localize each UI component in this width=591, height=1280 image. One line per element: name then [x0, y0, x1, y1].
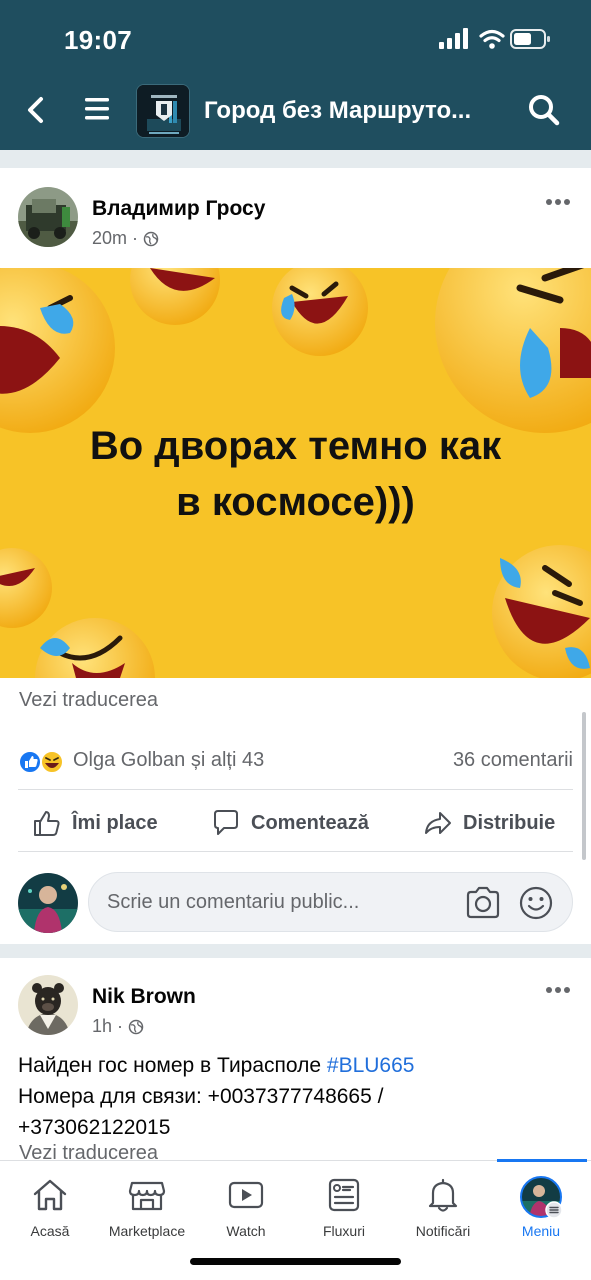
- reactions-text[interactable]: Olga Golban și alți 43: [73, 749, 264, 772]
- tab-label: Acasă: [30, 1223, 70, 1239]
- post-text-span: Найден гос номер в Тирасполе: [18, 1054, 327, 1077]
- tab-watch[interactable]: Watch: [196, 1175, 296, 1255]
- post-image[interactable]: Во дворах темно как в космосе))): [0, 268, 591, 678]
- post-header: Владимир Гросу 20m ·: [0, 187, 591, 267]
- signal-wifi-battery-icon: [439, 28, 550, 49]
- post-text-line: +373062122015: [18, 1116, 171, 1139]
- tab-label: Meniu: [521, 1223, 561, 1239]
- post-image-caption: Во дворах темно как в космосе))): [89, 424, 502, 524]
- divider: [18, 789, 573, 790]
- tab-label: Notificări: [415, 1223, 471, 1239]
- tab-home[interactable]: Acasă: [0, 1175, 100, 1255]
- like-button[interactable]: Îmi place: [32, 805, 158, 841]
- comment-placeholder: Scrie un comentariu public...: [107, 891, 360, 913]
- post-text: Найден гос номер в Тирасполе #BLU665 Ном…: [18, 1050, 578, 1143]
- feed-separator: [0, 944, 591, 958]
- like-label: Îmi place: [72, 811, 158, 834]
- post-meta: 20m ·: [92, 228, 159, 249]
- tab-marketplace[interactable]: Marketplace: [97, 1175, 197, 1255]
- more-options-icon[interactable]: [545, 985, 571, 995]
- navbar: Город без Маршруто...: [0, 78, 591, 144]
- emoji-icon[interactable]: [518, 885, 554, 921]
- comment-input[interactable]: Scrie un comentariu public...: [88, 872, 573, 932]
- see-translation-link[interactable]: Vezi traducerea: [19, 689, 158, 712]
- thumbs-up-icon: [34, 811, 60, 836]
- group-title[interactable]: Город без Маршруто...: [204, 97, 471, 125]
- globe-icon: [128, 1019, 144, 1034]
- tab-label: Marketplace: [108, 1223, 186, 1239]
- scrollbar[interactable]: [582, 712, 586, 860]
- home-indicator: [190, 1258, 401, 1265]
- post-text-line: Найден гос номер в Тирасполе #BLU665: [18, 1050, 578, 1081]
- comment-button[interactable]: Comentează: [211, 805, 369, 841]
- home-icon: [33, 1179, 67, 1211]
- search-icon[interactable]: [527, 93, 561, 127]
- divider: [18, 851, 573, 852]
- hashtag-link[interactable]: #BLU665: [327, 1054, 415, 1077]
- bell-icon: [428, 1178, 458, 1212]
- meta-dot: ·: [132, 228, 139, 248]
- author-name[interactable]: Nik Brown: [92, 985, 196, 1009]
- author-name[interactable]: Владимир Гросу: [92, 197, 265, 221]
- status-time: 19:07: [64, 25, 132, 55]
- comment-icon: [214, 810, 238, 835]
- tab-menu[interactable]: Meniu: [491, 1175, 591, 1255]
- tab-label: Fluxuri: [322, 1223, 365, 1239]
- tab-feeds[interactable]: Fluxuri: [294, 1175, 394, 1255]
- more-options-icon[interactable]: [545, 197, 571, 207]
- author-avatar[interactable]: [18, 187, 78, 247]
- meta-dot: ·: [117, 1016, 124, 1036]
- haha-icon: [40, 750, 64, 774]
- back-icon[interactable]: [20, 92, 52, 128]
- menu-icon[interactable]: [82, 94, 112, 124]
- feeds-icon: [328, 1178, 360, 1212]
- comment-label: Comentează: [251, 811, 369, 834]
- profile-avatar: [520, 1176, 563, 1219]
- post-time[interactable]: 1h: [92, 1016, 112, 1037]
- post-header: Nik Brown 1h ·: [0, 975, 591, 1055]
- status-icons: [439, 27, 551, 51]
- share-button[interactable]: Distribuie: [423, 805, 555, 841]
- post-time[interactable]: 20m: [92, 228, 127, 249]
- post-text-line: Номера для связи: +0037377748665 /: [18, 1085, 384, 1108]
- share-label: Distribuie: [463, 811, 556, 834]
- tab-label: Watch: [226, 1223, 266, 1239]
- reactions-summary[interactable]: Olga Golban și alți 43 36 comentarii: [18, 747, 573, 777]
- post-meta: 1h ·: [92, 1016, 144, 1037]
- comment-composer: Scrie un comentariu public...: [18, 871, 573, 933]
- tab-notifications[interactable]: Notificări: [393, 1175, 493, 1255]
- globe-icon: [143, 231, 159, 246]
- reaction-icons: [18, 750, 64, 774]
- current-user-avatar[interactable]: [18, 873, 78, 933]
- group-logo-icon: [137, 85, 189, 137]
- marketplace-icon: [128, 1181, 166, 1211]
- comments-count[interactable]: 36 comentarii: [453, 749, 573, 772]
- watch-icon: [228, 1181, 264, 1209]
- group-avatar[interactable]: [136, 84, 190, 138]
- author-avatar[interactable]: [18, 975, 78, 1035]
- active-tab-indicator: [497, 1159, 587, 1162]
- app-header: 19:07 Город без Маршруто...: [0, 0, 591, 150]
- feed-separator: [0, 150, 591, 168]
- camera-icon[interactable]: [464, 885, 502, 921]
- share-icon: [425, 812, 451, 834]
